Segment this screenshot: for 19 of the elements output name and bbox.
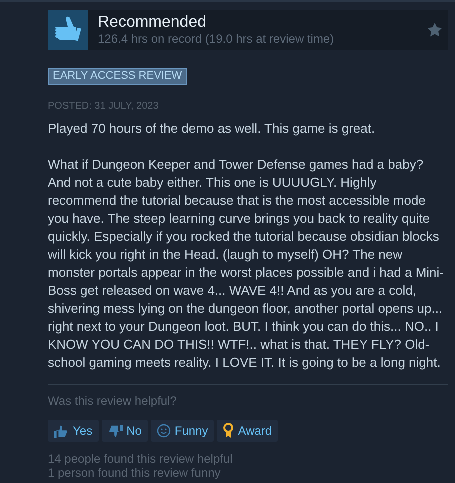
- helpful-count: 14 people found this review helpful: [48, 452, 234, 466]
- helpful-thumbs-up-button[interactable]: Yes: [48, 420, 99, 442]
- thumbs-up-icon: [54, 424, 69, 438]
- early-access-badge: EARLY ACCESS REVIEW: [48, 68, 188, 85]
- helpful-thumbs-down-button[interactable]: No: [102, 420, 148, 442]
- star-icon[interactable]: [427, 22, 443, 38]
- playtime-text: 126.4 hrs on record (19.0 hrs at review time): [98, 32, 336, 46]
- thumbs-up-icon: [48, 10, 88, 50]
- helpful-count: 1 person found this review funny: [48, 466, 222, 480]
- review-paragraph: Played 70 hours of the demo as well. This game is great.: [48, 120, 376, 138]
- award-icon: [223, 423, 234, 439]
- helpful-question: Was this review helpful?: [48, 393, 178, 410]
- review-verdict: Recommended: [98, 14, 208, 32]
- helpful-smiley-button[interactable]: Funny: [150, 420, 214, 442]
- helpful-award-button[interactable]: Award: [217, 420, 278, 442]
- thumbs-down-icon: [108, 424, 123, 438]
- posted-date: POSTED: 31 JULY, 2023: [48, 100, 160, 114]
- review-paragraph: What if Dungeon Keeper and Tower Defense games had a baby? And not a cute baby either. This one is UUUUGLY. Highly recommend the tutorial because that is the most accessible mode you have. The steep learning curve brings you back to reality quite quickly. Especially if you rocked the tutorial because obsidian blocks will kick you right in the Head. (laugh to myself) OH? The new monster portals appear in the worst places possible and i had a Mini-Boss get released on wave 4... WAVE 4!! And as you are a cold, shivering mess lying on the dungeon floor, another portal opens up... right next to your Dungeon loot. BUT. I think you can do this... NO.. I KNOW YOU CAN DO THIS!! WTF!.. what is that. THEY FLY? Old-school gaming meets reality. I LOVE IT. It is going to be a long night.: [48, 156, 445, 372]
- smiley-icon: [156, 424, 171, 438]
